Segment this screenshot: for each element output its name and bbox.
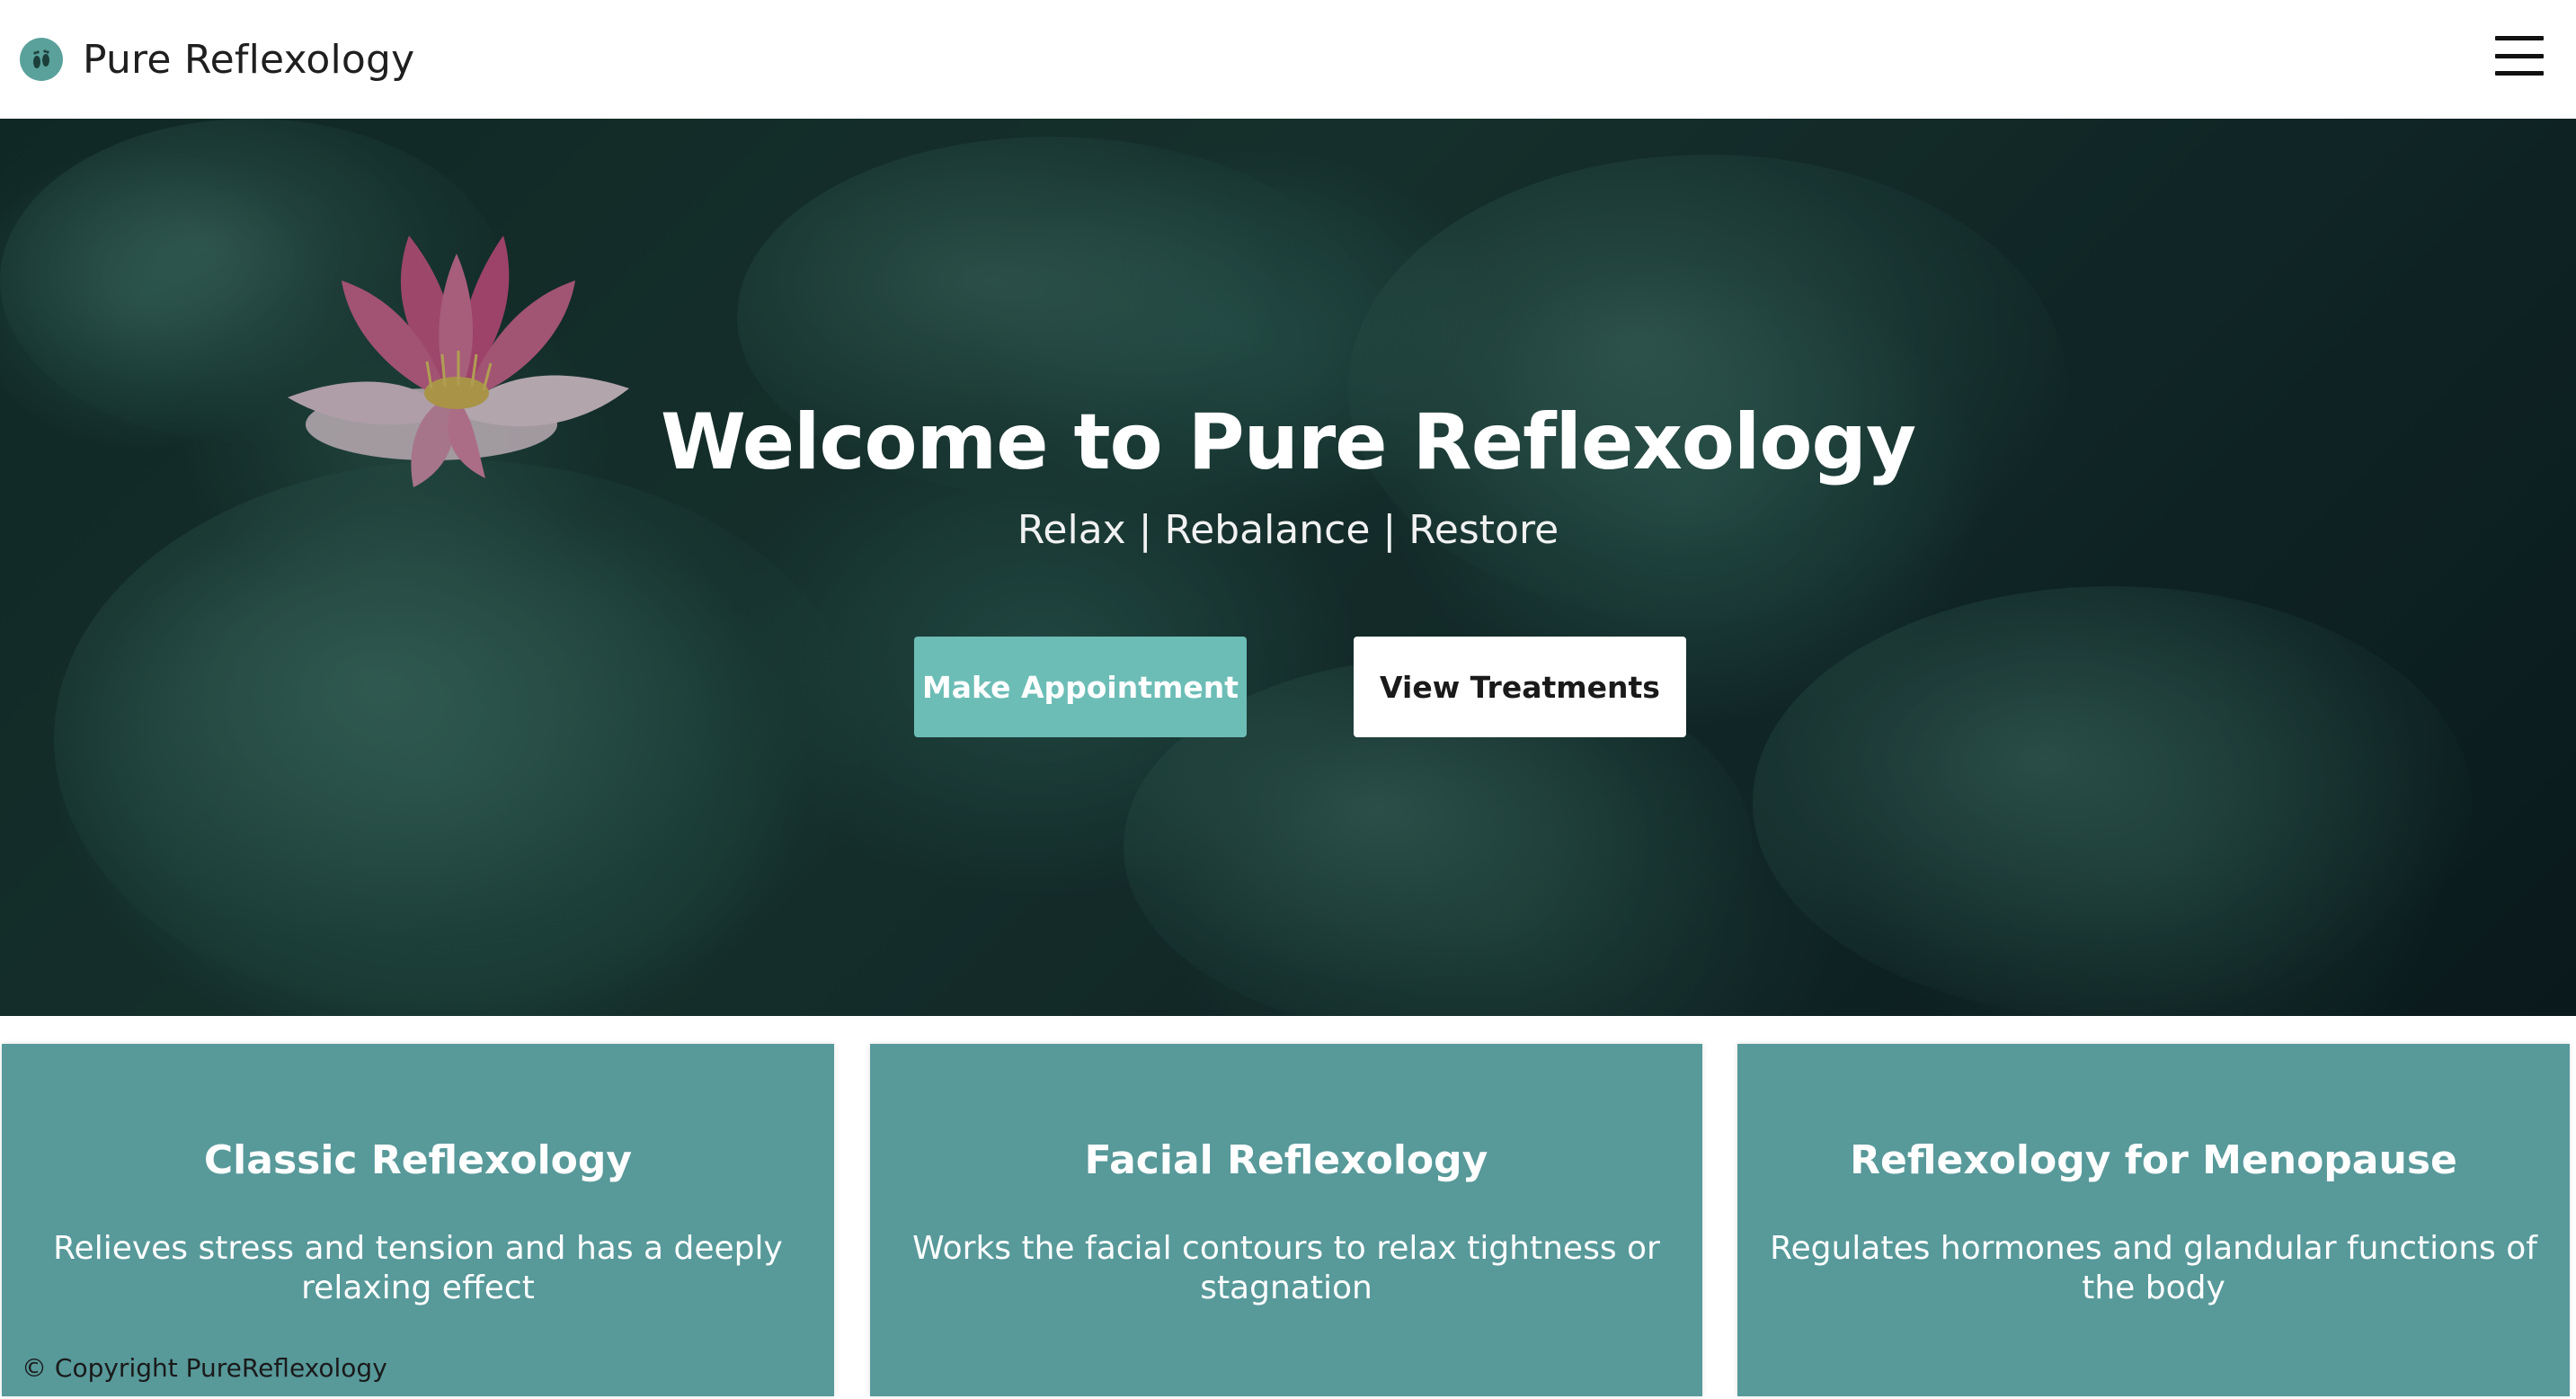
card-description: Regulates hormones and glandular functio… — [1770, 1230, 2537, 1306]
hamburger-line — [2495, 53, 2544, 58]
card-title: Reflexology for Menopause — [1850, 1137, 2457, 1183]
brand[interactable]: Pure Reflexology — [20, 37, 414, 83]
make-appointment-button[interactable]: Make Appointment — [914, 637, 1247, 737]
brand-name[interactable]: Pure Reflexology — [83, 37, 414, 83]
copyright-text: © Copyright PureReflexology — [22, 1353, 387, 1383]
hero-title: Welcome to Pure Reflexology — [660, 397, 1916, 487]
feet-icon — [20, 38, 63, 81]
hamburger-menu-icon[interactable] — [2495, 36, 2544, 76]
hamburger-line — [2495, 71, 2544, 76]
hero-content: Welcome to Pure Reflexology Relax | Reba… — [0, 119, 2576, 1016]
site-header: Pure Reflexology — [0, 0, 2576, 119]
card-description: Works the facial contours to relax tight… — [912, 1230, 1660, 1306]
card-title: Classic Reflexology — [203, 1137, 633, 1183]
treatment-card-facial[interactable]: Facial Reflexology Works the facial cont… — [870, 1044, 1702, 1396]
card-description: Relieves stress and tension and has a de… — [53, 1230, 783, 1306]
treatment-card-classic[interactable]: Classic Reflexology Relieves stress and … — [2, 1044, 834, 1396]
hero-tagline: Relax | Rebalance | Restore — [1017, 507, 1559, 553]
page: Pure Reflexology Welcome to Pure Reflexo… — [0, 0, 2576, 1399]
card-title: Facial Reflexology — [1084, 1137, 1488, 1183]
hamburger-line — [2495, 36, 2544, 40]
view-treatments-button[interactable]: View Treatments — [1354, 637, 1686, 737]
hero-section: Welcome to Pure Reflexology Relax | Reba… — [0, 119, 2576, 1016]
treatment-card-menopause[interactable]: Reflexology for Menopause Regulates horm… — [1737, 1044, 2570, 1396]
